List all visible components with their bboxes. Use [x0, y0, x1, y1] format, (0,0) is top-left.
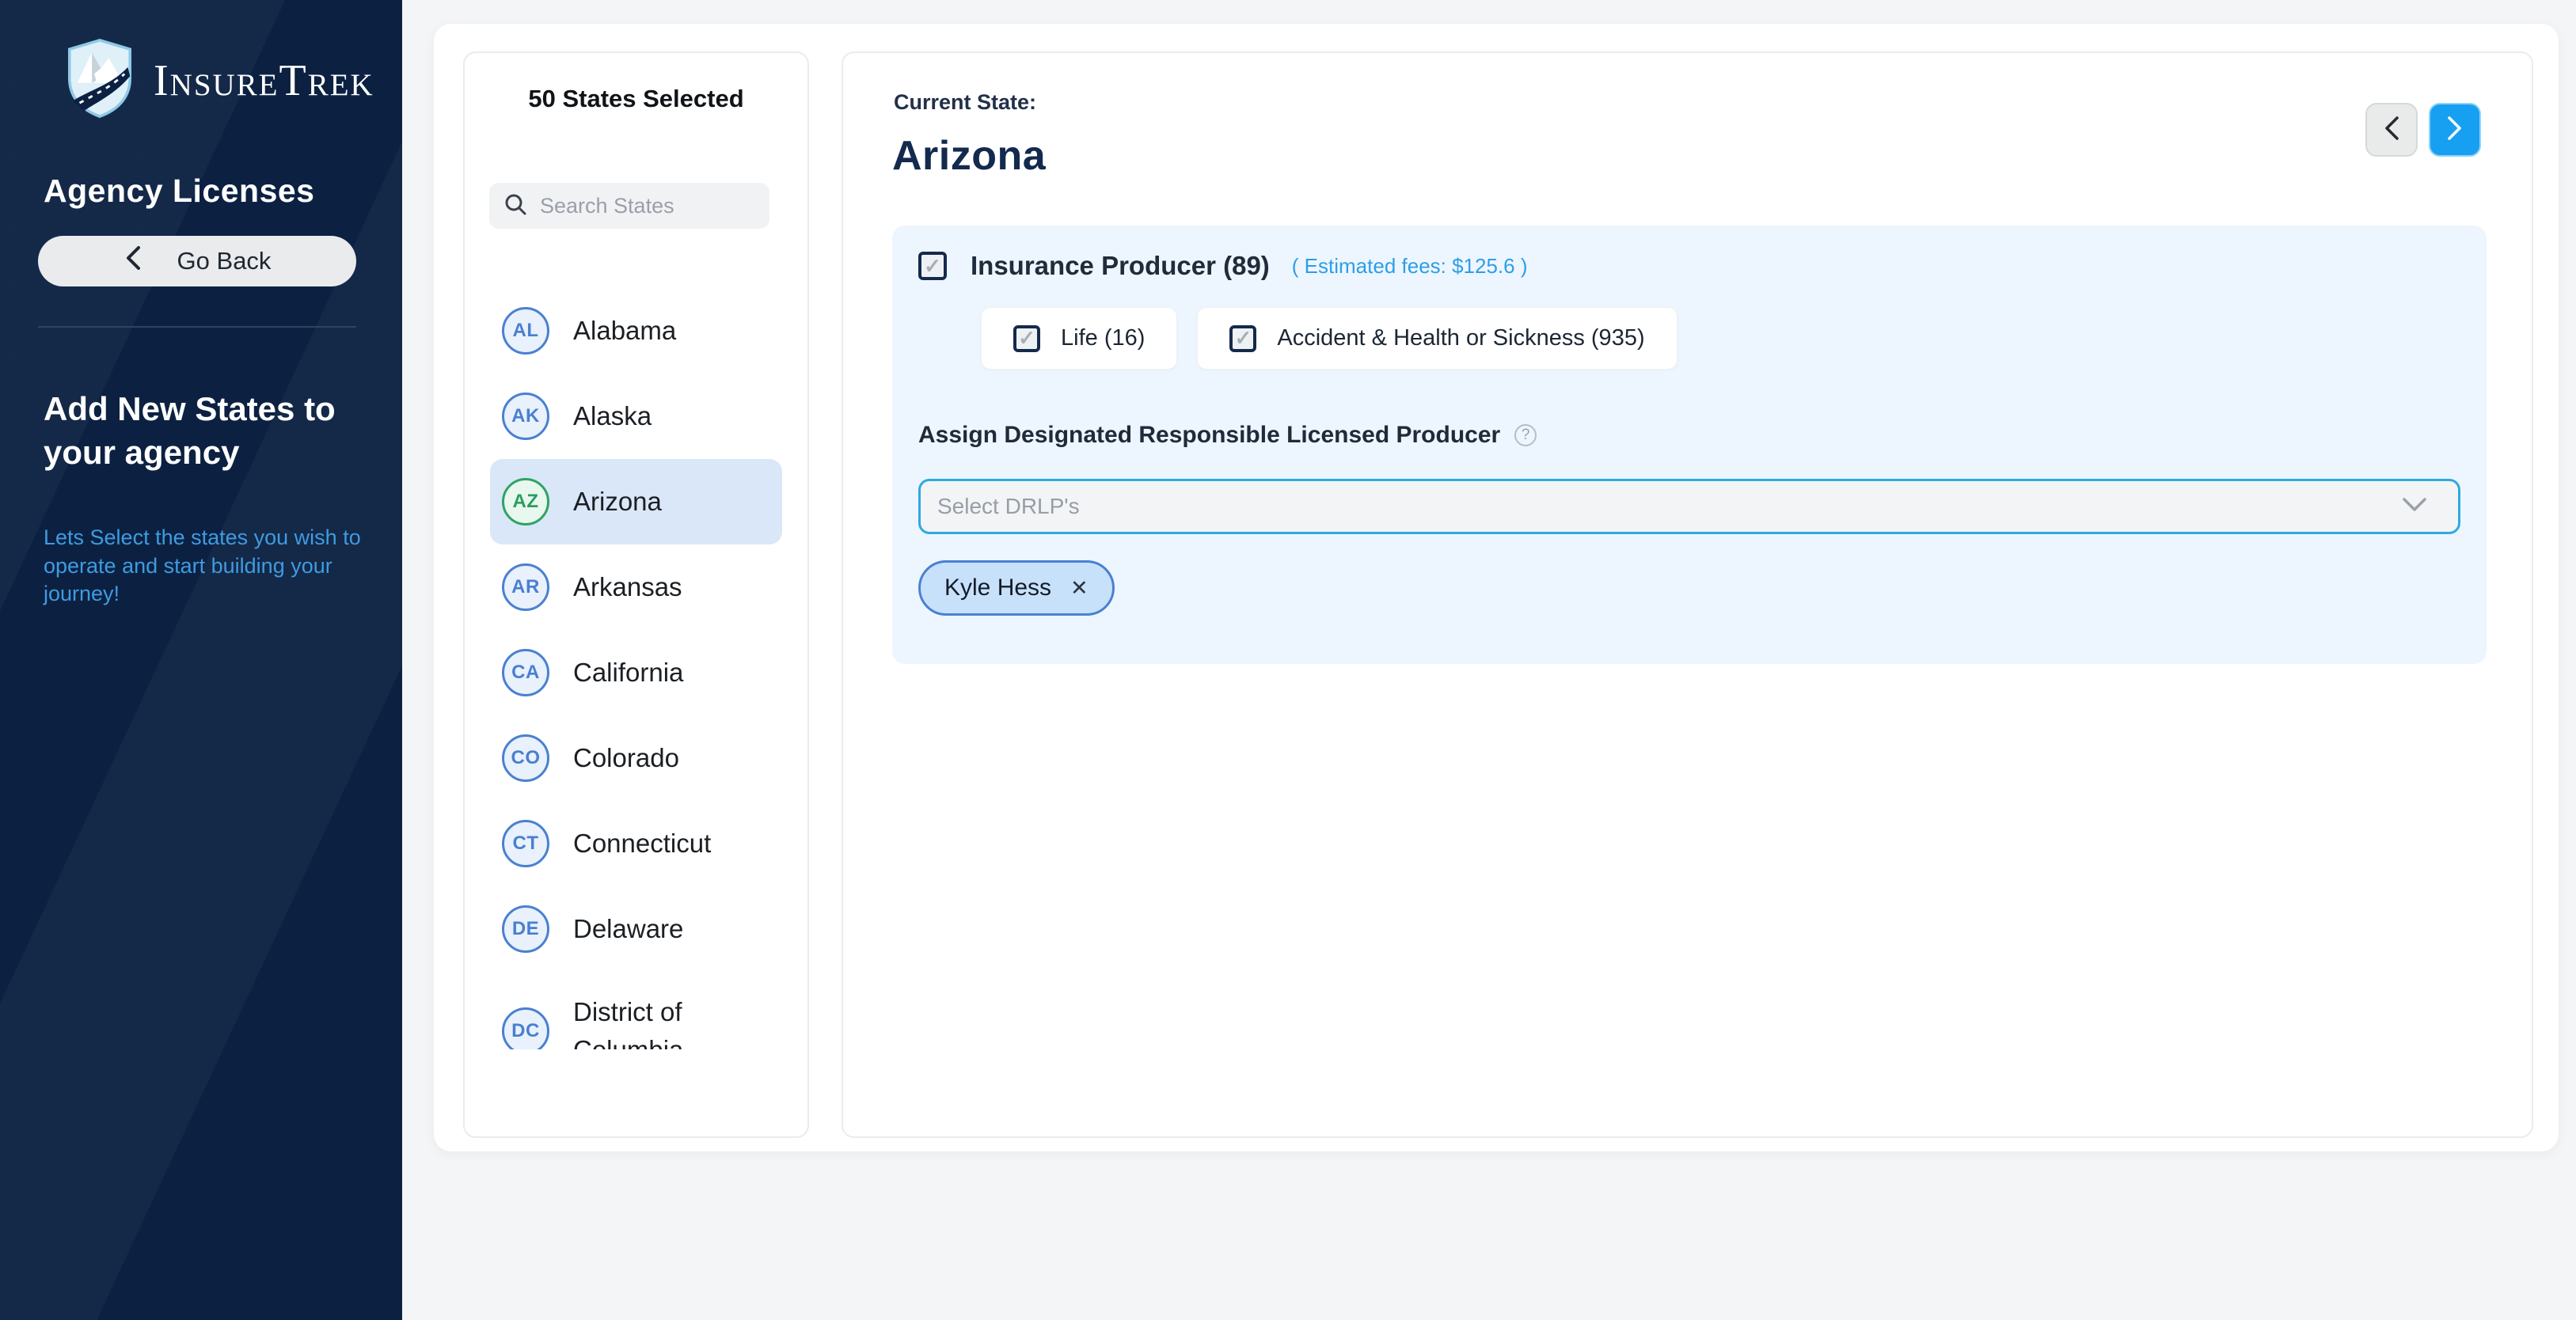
state-list-item-district-of-columbia[interactable]: DC District of Columbia: [490, 972, 782, 1049]
state-badge: AR: [502, 563, 549, 611]
lines-of-authority-row: ✓ Life (16) ✓ Accident & Health or Sickn…: [981, 307, 2460, 370]
chevron-down-icon: [2401, 496, 2428, 518]
state-list-item-delaware[interactable]: DE Delaware: [490, 886, 782, 972]
add-states-subtitle: Lets Select the states you wish to opera…: [44, 524, 376, 609]
insurance-producer-checkbox[interactable]: ✓: [918, 252, 947, 280]
current-state-label: Current State:: [894, 90, 1036, 115]
search-states-input[interactable]: [540, 194, 755, 218]
state-list-item-california[interactable]: CA California: [490, 630, 782, 715]
state-badge: CO: [502, 734, 549, 782]
help-icon[interactable]: ?: [1514, 424, 1537, 446]
states-panel: 50 States Selected AL Alabama AK Alaska …: [463, 51, 809, 1138]
current-state-name: Arizona: [892, 132, 1046, 180]
state-list-item-arkansas[interactable]: AR Arkansas: [490, 544, 782, 630]
page-title: Agency Licenses: [44, 173, 315, 210]
state-navigation: [2365, 103, 2481, 157]
state-list-item-alaska[interactable]: AK Alaska: [490, 374, 782, 459]
sidebar-divider: [38, 326, 356, 328]
accident-health-checkbox[interactable]: ✓: [1229, 325, 1256, 352]
producer-header-row: ✓ Insurance Producer (89) ( Estimated fe…: [918, 251, 2460, 281]
search-icon: [503, 192, 527, 220]
drlp-label: Assign Designated Responsible Licensed P…: [918, 422, 1500, 449]
state-badge: CT: [502, 820, 549, 867]
drlp-tag-name: Kyle Hess: [944, 575, 1051, 601]
remove-tag-icon[interactable]: ✕: [1070, 578, 1089, 599]
search-states-box[interactable]: [489, 183, 769, 229]
chevron-left-icon: [123, 245, 142, 278]
chevron-right-icon: [2445, 115, 2465, 146]
content-container: 50 States Selected AL Alabama AK Alaska …: [434, 24, 2559, 1151]
state-badge: AK: [502, 393, 549, 440]
loa-card-accident-health[interactable]: ✓ Accident & Health or Sickness (935): [1197, 307, 1677, 370]
state-badge: CA: [502, 649, 549, 696]
shield-mountain-road-icon: [63, 38, 136, 123]
insurance-producer-label: Insurance Producer (89): [971, 251, 1270, 281]
accident-health-label: Accident & Health or Sickness (935): [1277, 325, 1644, 351]
go-back-button[interactable]: Go Back: [38, 236, 356, 286]
drlp-select[interactable]: Select DRLP's: [918, 479, 2460, 534]
state-badge: DE: [502, 905, 549, 953]
estimated-fees: ( Estimated fees: $125.6 ): [1292, 254, 1528, 279]
states-selected-count: 50 States Selected: [465, 85, 807, 113]
drlp-label-row: Assign Designated Responsible Licensed P…: [918, 422, 2460, 449]
insurance-producer-section: ✓ Insurance Producer (89) ( Estimated fe…: [892, 226, 2487, 664]
next-state-button[interactable]: [2429, 103, 2481, 157]
drlp-select-placeholder: Select DRLP's: [937, 494, 1080, 519]
screen: InsureTrek Agency Licenses Go Back Add N…: [0, 0, 2576, 1320]
drlp-tag-kyle-hess: Kyle Hess ✕: [918, 560, 1115, 616]
state-badge: AZ: [502, 478, 549, 525]
brand-name: InsureTrek: [154, 55, 374, 106]
loa-card-life[interactable]: ✓ Life (16): [981, 307, 1177, 370]
states-list: AL Alabama AK Alaska AZ Arizona AR Arkan…: [465, 288, 807, 1049]
state-list-item-connecticut[interactable]: CT Connecticut: [490, 801, 782, 886]
life-label: Life (16): [1061, 325, 1145, 351]
go-back-label: Go Back: [177, 247, 272, 275]
sidebar: InsureTrek Agency Licenses Go Back Add N…: [0, 0, 402, 1320]
state-badge: AL: [502, 307, 549, 355]
state-badge: DC: [502, 1007, 549, 1049]
state-list-item-colorado[interactable]: CO Colorado: [490, 715, 782, 801]
add-states-heading: Add New States to your agency: [44, 388, 376, 474]
life-checkbox[interactable]: ✓: [1013, 325, 1040, 352]
state-list-item-alabama[interactable]: AL Alabama: [490, 288, 782, 374]
state-list-item-arizona[interactable]: AZ Arizona: [490, 459, 782, 544]
brand-logo: InsureTrek: [63, 38, 374, 123]
state-detail-panel: Current State: Arizona ✓ Insurance P: [842, 51, 2533, 1138]
chevron-left-icon: [2381, 115, 2402, 146]
previous-state-button[interactable]: [2365, 103, 2418, 157]
